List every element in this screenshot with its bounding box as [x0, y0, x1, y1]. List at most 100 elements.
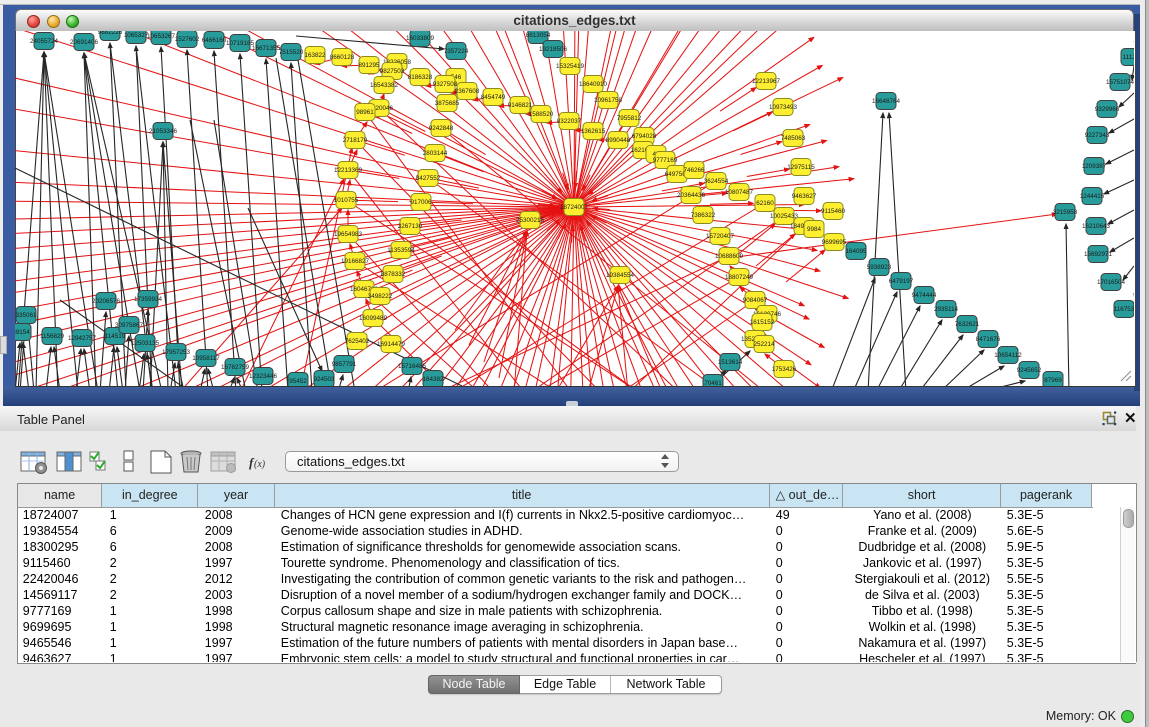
svg-text:7485063: 7485063	[781, 135, 806, 142]
svg-text:15716485: 15716485	[398, 363, 427, 370]
svg-text:10807487: 10807487	[725, 189, 754, 196]
svg-text:252214: 252214	[753, 341, 775, 348]
svg-text:8322037: 8322037	[557, 118, 582, 125]
svg-text:12503135: 12503135	[131, 340, 160, 347]
svg-text:20691406: 20691406	[70, 39, 99, 46]
svg-text:30975867: 30975867	[115, 322, 144, 329]
svg-text:16543382: 16543382	[370, 82, 399, 89]
svg-text:891295: 891295	[358, 62, 380, 69]
svg-text:7955812: 7955812	[617, 115, 642, 122]
svg-text:3875685: 3875685	[435, 100, 460, 107]
svg-text:19654983: 19654983	[334, 231, 363, 238]
svg-text:3498222: 3498222	[368, 293, 393, 300]
svg-text:7357224: 7357224	[444, 48, 469, 55]
svg-text:8186328: 8186328	[408, 74, 433, 81]
svg-text:9882226: 9882226	[98, 31, 123, 36]
svg-text:9146821: 9146821	[508, 102, 533, 109]
svg-text:17016504: 17016504	[1097, 279, 1126, 286]
svg-text:10973493: 10973493	[769, 104, 798, 111]
svg-text:9984: 9984	[807, 226, 822, 233]
svg-text:9777169: 9777169	[653, 157, 678, 164]
svg-text:19218506: 19218506	[539, 46, 568, 53]
svg-text:17957253: 17957253	[162, 349, 191, 356]
svg-text:6794028: 6794028	[632, 133, 657, 140]
svg-text:1588520: 1588520	[529, 111, 554, 118]
svg-text:116753: 116753	[1114, 306, 1134, 313]
svg-text:10654112: 10654112	[994, 352, 1022, 359]
svg-text:1527602: 1527602	[175, 36, 200, 43]
svg-text:87969: 87969	[1044, 377, 1062, 384]
svg-text:335061: 335061	[15, 312, 37, 319]
svg-text:18724007: 18724007	[560, 204, 589, 211]
svg-text:95452: 95452	[289, 378, 307, 385]
svg-text:1209387: 1209387	[1082, 163, 1107, 170]
svg-text:19384554: 19384554	[606, 272, 635, 279]
svg-text:917006: 917006	[410, 199, 432, 206]
svg-text:16648784: 16648784	[872, 98, 901, 105]
svg-text:7386322: 7386322	[691, 212, 716, 219]
svg-text:1244415: 1244415	[1080, 193, 1105, 200]
svg-text:8471676: 8471676	[976, 336, 1001, 343]
svg-text:18807249: 18807249	[725, 274, 754, 281]
svg-text:1615152: 1615152	[750, 319, 775, 326]
svg-text:12942757: 12942757	[68, 335, 97, 342]
svg-text:2935114: 2935114	[934, 306, 959, 313]
svg-text:9329966: 9329966	[1095, 106, 1120, 113]
svg-text:9463627: 9463627	[792, 193, 817, 200]
svg-text:9699695: 9699695	[822, 239, 847, 246]
svg-text:20206576: 20206576	[92, 298, 121, 305]
svg-text:9474444: 9474444	[912, 292, 937, 299]
svg-text:9084067: 9084067	[743, 297, 768, 304]
svg-text:(x): (x)	[254, 459, 266, 470]
svg-text:11353594: 11353594	[387, 247, 415, 254]
svg-text:18640910: 18640910	[579, 81, 608, 88]
svg-text:7625402: 7625402	[345, 338, 370, 345]
svg-text:2718170: 2718170	[343, 137, 368, 144]
svg-text:2367608: 2367608	[455, 88, 480, 95]
svg-text:1010755: 1010755	[334, 197, 359, 204]
svg-text:9827503: 9827503	[380, 68, 405, 75]
svg-text:1156829: 1156829	[40, 333, 65, 340]
svg-text:12213369: 12213369	[334, 167, 363, 174]
svg-text:164095: 164095	[845, 248, 867, 255]
svg-text:3215958: 3215958	[1053, 209, 1078, 216]
svg-text:10958117: 10958117	[192, 355, 220, 362]
svg-text:39154: 39154	[15, 329, 30, 336]
svg-text:6466160: 6466160	[202, 37, 227, 44]
svg-text:20364436: 20364436	[677, 192, 706, 199]
svg-text:25300215: 25300215	[516, 217, 545, 224]
svg-text:15692971: 15692971	[1084, 251, 1113, 258]
svg-text:9242848: 9242848	[429, 125, 454, 132]
svg-text:8454749: 8454749	[481, 94, 506, 101]
svg-text:6479197: 6479197	[889, 278, 914, 285]
svg-text:2803144: 2803144	[423, 150, 448, 157]
svg-text:12213967: 12213967	[752, 78, 781, 85]
svg-text:9227343: 9227343	[1085, 132, 1110, 139]
svg-text:12975115: 12975115	[787, 164, 815, 171]
svg-text:1065327: 1065327	[124, 32, 149, 39]
svg-text:5938923: 5938923	[867, 264, 892, 271]
svg-text:924503: 924503	[313, 376, 335, 383]
svg-text:62160: 62160	[756, 200, 774, 207]
svg-text:24055724: 24055724	[30, 38, 59, 45]
svg-text:9245652: 9245652	[1017, 367, 1042, 374]
svg-text:16033809: 16033809	[406, 35, 435, 42]
svg-text:10719185: 10719185	[226, 40, 255, 47]
svg-text:3624554: 3624554	[704, 178, 729, 185]
svg-text:70461: 70461	[704, 380, 722, 386]
svg-text:8660128: 8660128	[330, 54, 355, 61]
svg-text:8813054: 8813054	[526, 32, 551, 39]
svg-text:16914479: 16914479	[377, 341, 406, 348]
svg-text:98961: 98961	[356, 109, 374, 116]
svg-text:15751074: 15751074	[1106, 79, 1134, 86]
svg-text:19166827: 19166827	[341, 258, 370, 265]
svg-text:1513614: 1513614	[718, 359, 743, 366]
svg-text:10025433: 10025433	[770, 213, 799, 220]
svg-text:16671355: 16671355	[252, 45, 281, 52]
svg-text:10961758: 10961758	[594, 97, 623, 104]
svg-text:15325419: 15325419	[556, 63, 585, 70]
svg-text:163822: 163822	[304, 52, 326, 59]
svg-text:16210643: 16210643	[1082, 223, 1111, 230]
svg-text:17359934: 17359934	[134, 296, 163, 303]
svg-text:8427552: 8427552	[416, 175, 441, 182]
